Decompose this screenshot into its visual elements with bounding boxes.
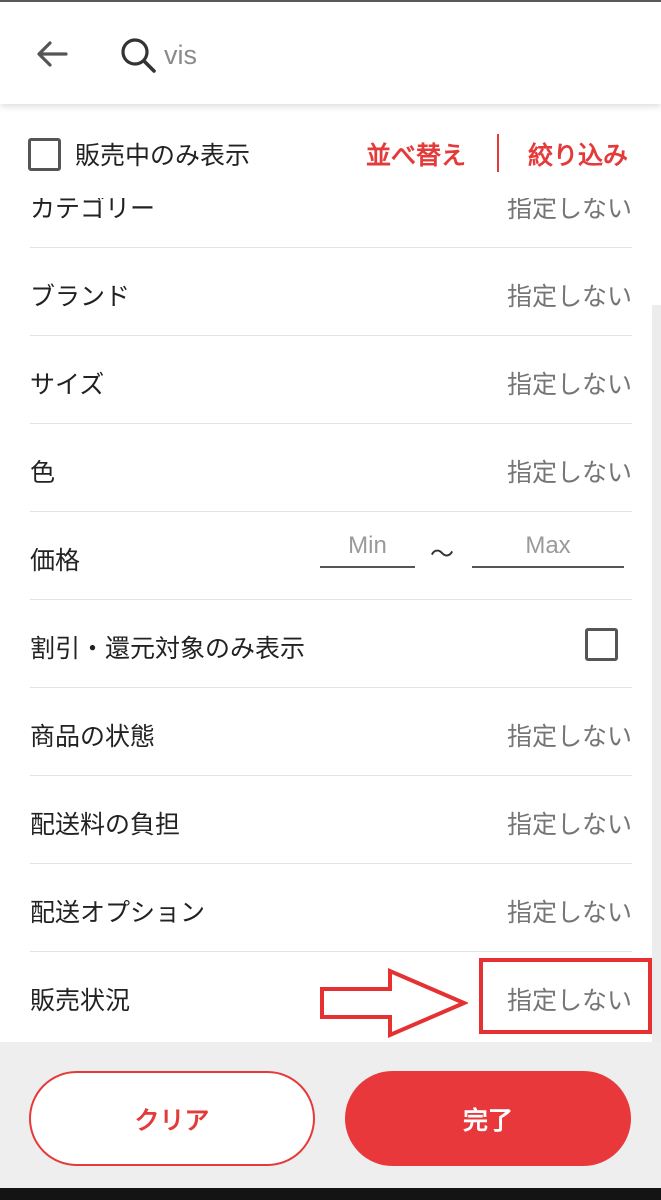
filter-bar: 販売中のみ表示 並べ替え 絞り込み: [0, 104, 661, 198]
search-header: [0, 2, 661, 104]
sort-button[interactable]: 並べ替え: [366, 136, 466, 172]
arrow-right-outline-icon: [320, 967, 468, 1039]
filter-value: 指定しない: [506, 370, 632, 399]
filter-row-color[interactable]: 色 指定しない: [30, 424, 632, 512]
filter-value: 指定しない: [506, 898, 632, 927]
search-bar[interactable]: [118, 32, 584, 78]
filter-value: 指定しない: [506, 722, 632, 751]
filter-row-condition[interactable]: 商品の状態 指定しない: [30, 688, 632, 776]
discount-checkbox[interactable]: [585, 628, 618, 661]
price-range-separator: 〜: [430, 540, 454, 568]
clear-button[interactable]: クリア: [29, 1071, 315, 1166]
filter-divider: [497, 134, 499, 172]
done-button[interactable]: 完了: [345, 1071, 631, 1166]
filter-label: サイズ: [30, 370, 105, 399]
on-sale-checkbox[interactable]: [28, 137, 61, 171]
filter-label: 色: [30, 458, 56, 487]
back-button[interactable]: [30, 32, 74, 76]
filter-row-discount[interactable]: 割引・還元対象のみ表示: [30, 600, 632, 688]
filter-value: 指定しない: [506, 810, 632, 839]
scrollbar[interactable]: [652, 305, 661, 1042]
price-min-input[interactable]: [320, 526, 415, 568]
filter-label: ブランド: [30, 282, 131, 311]
on-sale-only-toggle[interactable]: 販売中のみ表示: [28, 136, 250, 172]
filter-row-brand[interactable]: ブランド 指定しない: [30, 248, 632, 336]
highlight-box: [479, 958, 652, 1034]
filter-row-shipping-option[interactable]: 配送オプション 指定しない: [30, 864, 632, 952]
filter-list: カテゴリー 指定しない ブランド 指定しない サイズ 指定しない 色 指定しない…: [0, 160, 661, 1042]
price-max-input[interactable]: [472, 526, 624, 568]
arrow-left-icon: [37, 41, 68, 67]
filter-label: 配送料の負担: [30, 810, 181, 839]
filter-label: 割引・還元対象のみ表示: [30, 634, 306, 663]
filter-row-size[interactable]: サイズ 指定しない: [30, 336, 632, 424]
filter-value: 指定しない: [506, 282, 632, 311]
filter-label: 価格: [30, 546, 81, 575]
filter-row-shipping-fee[interactable]: 配送料の負担 指定しない: [30, 776, 632, 864]
narrow-down-button[interactable]: 絞り込み: [528, 136, 628, 172]
action-bar: クリア 完了: [0, 1042, 661, 1188]
filter-value: 指定しない: [506, 458, 632, 487]
navigation-edge: [0, 1188, 661, 1200]
filter-label: 販売状況: [30, 986, 131, 1015]
filter-label: 配送オプション: [30, 898, 206, 927]
search-filter-screen: 販売中のみ表示 並べ替え 絞り込み カテゴリー 指定しない ブランド 指定しない…: [0, 0, 661, 1200]
search-input[interactable]: [164, 35, 584, 75]
magnifier-icon: [118, 35, 158, 75]
filter-label: 商品の状態: [30, 722, 156, 751]
on-sale-label: 販売中のみ表示: [75, 141, 251, 170]
